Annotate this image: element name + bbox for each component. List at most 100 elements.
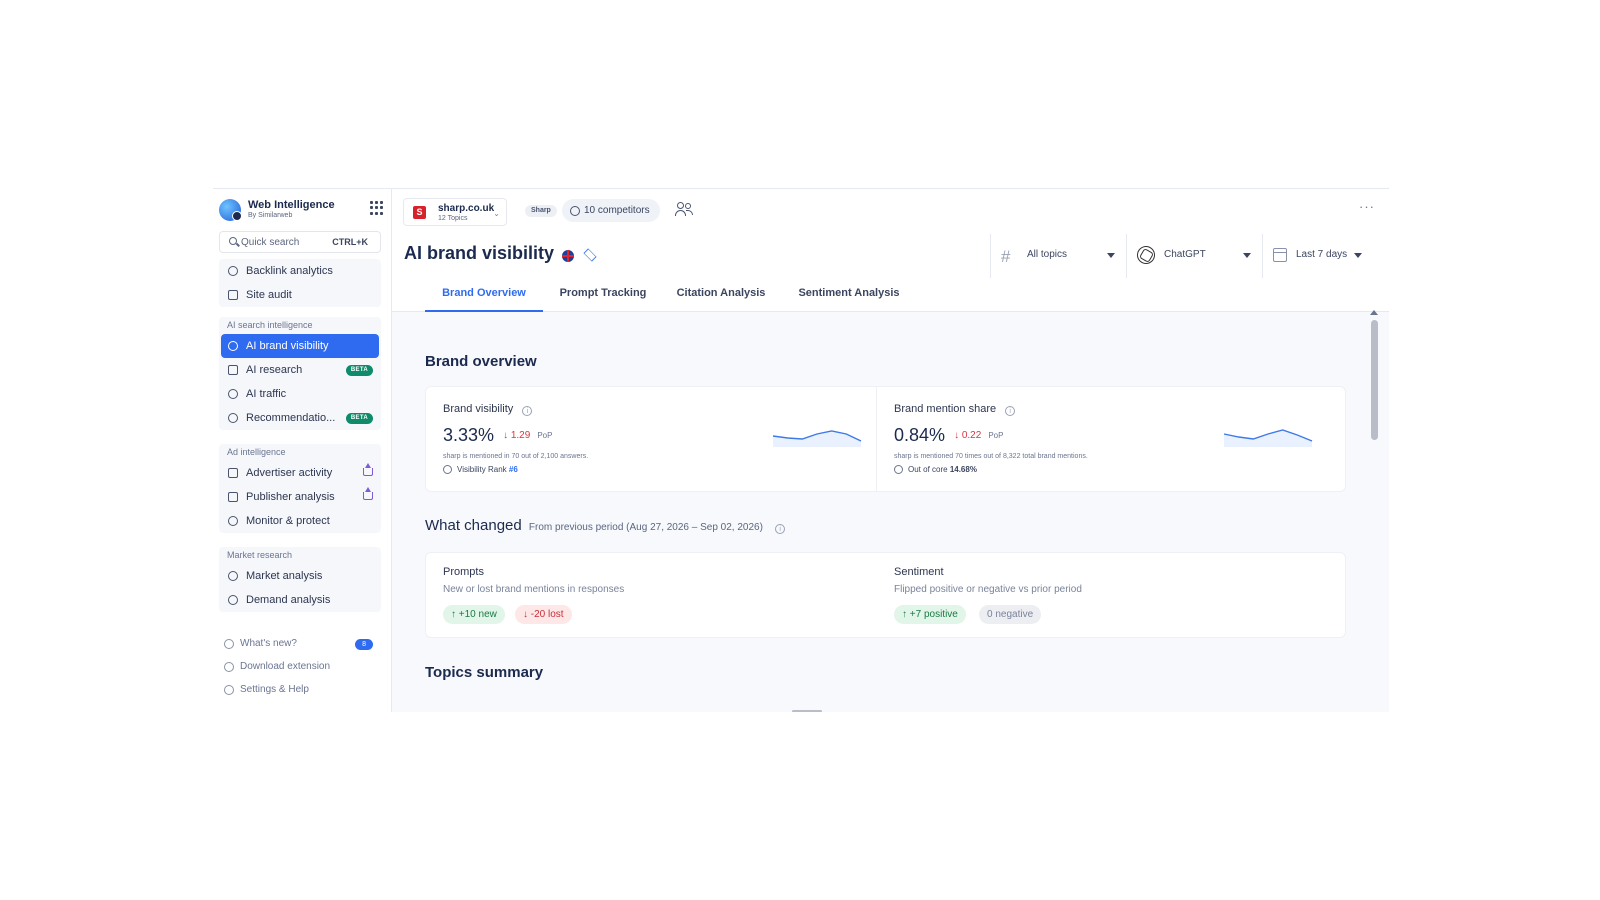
sidebar-item-advertiser-activity[interactable]: Advertiser activity <box>219 461 381 485</box>
engine-filter[interactable]: ChatGPT <box>1126 234 1262 278</box>
group-header: AI search intelligence <box>227 320 313 330</box>
info-icon[interactable]: i <box>522 406 533 416</box>
sidebar-item-ai-traffic[interactable]: AI traffic <box>219 382 381 406</box>
tab-brand-overview[interactable]: Brand Overview <box>425 278 543 312</box>
bulb-icon <box>228 413 238 423</box>
scroll-up-arrow[interactable] <box>1370 310 1378 315</box>
sidebar-group-ad-intelligence: Ad intelligence Advertiser activity Publ… <box>219 444 381 533</box>
app-name: Web Intelligence <box>248 199 335 211</box>
calendar-icon <box>1273 248 1287 262</box>
sentiment-change: Sentiment Flipped positive or negative v… <box>877 553 1346 637</box>
caret-down-icon <box>1354 253 1362 258</box>
group-header: Market research <box>227 550 293 560</box>
visibility-rank: Visibility Rank #6 <box>443 465 518 474</box>
vertical-scrollbar[interactable] <box>1371 320 1378 440</box>
sidebar-item-ai-brand-visibility[interactable]: AI brand visibility <box>221 334 379 358</box>
whats-new-count: 8 <box>355 639 373 650</box>
rank-value: 14.68% <box>949 465 977 474</box>
horizontal-scrollbar[interactable] <box>792 710 822 712</box>
apps-grid-icon[interactable] <box>370 201 384 215</box>
competitors-label: 10 competitors <box>584 205 650 216</box>
competitors-button[interactable]: 10 competitors <box>562 199 660 222</box>
chevron-down-icon: ⌄ <box>493 209 500 218</box>
brand-overview-card: Brand visibility i 3.33% ↓ 1.29 PoP shar… <box>425 386 1346 492</box>
new-prompts-chip[interactable]: ↑ +10 new <box>443 605 505 624</box>
chatgpt-icon <box>1137 246 1155 264</box>
sidebar-group-market-research: Market research Market analysis Demand a… <box>219 547 381 612</box>
app-logo[interactable]: Web Intelligence By Similarweb <box>219 197 384 223</box>
sidebar-item-publisher-analysis[interactable]: Publisher analysis <box>219 485 381 509</box>
visibility-sparkline <box>772 430 862 447</box>
graduation-cap-icon[interactable] <box>582 248 598 260</box>
sidebar-item-download-extension[interactable]: Download extension <box>219 657 381 677</box>
sidebar-item-label: Demand analysis <box>246 594 331 606</box>
period-filter-value: Last 7 days <box>1296 249 1348 260</box>
sidebar-item-market-analysis[interactable]: Market analysis <box>219 564 381 588</box>
app-window: Web Intelligence By Similarweb Quick sea… <box>213 188 1389 712</box>
rank-label: Out of core <box>908 465 948 474</box>
core-share: Out of core 14.68% <box>894 465 977 474</box>
what-changed-title: What changed <box>425 517 522 534</box>
sidebar-item-monitor-protect[interactable]: Monitor & protect <box>219 509 381 533</box>
negative-sentiment-chip[interactable]: 0 negative <box>979 605 1042 624</box>
tab-sentiment-analysis[interactable]: Sentiment Analysis <box>789 278 909 312</box>
people-icon[interactable] <box>675 201 693 217</box>
topics-filter[interactable]: # All topics <box>990 234 1126 278</box>
what-changed-card: Prompts New or lost brand mentions in re… <box>425 552 1346 638</box>
page-title: AI brand visibility <box>404 243 555 263</box>
sidebar-item-backlink-analytics[interactable]: Backlink analytics <box>219 259 381 283</box>
info-icon[interactable]: i <box>1005 406 1016 416</box>
search-icon <box>229 237 237 245</box>
metric-value-wrap: 0.84% ↓ 0.22 PoP <box>894 425 1003 446</box>
lost-prompts-chip[interactable]: ↓ -20 lost <box>515 605 572 624</box>
more-options-icon[interactable]: ··· <box>1359 199 1375 214</box>
target-icon <box>443 465 452 474</box>
sidebar-item-label: Site audit <box>246 289 292 301</box>
metric-delta-unit: PoP <box>988 431 1004 440</box>
engine-filter-value: ChatGPT <box>1164 249 1206 260</box>
brand-chip[interactable]: Sharp <box>525 205 557 217</box>
prompts-desc: New or lost brand mentions in responses <box>443 584 625 595</box>
research-icon <box>228 365 238 375</box>
metric-delta: ↓ 1.29 <box>503 430 531 441</box>
what-changed-subtitle: From previous period (Aug 27, 2026 – Sep… <box>528 522 763 533</box>
beta-badge: BETA <box>345 413 373 424</box>
tab-prompt-tracking[interactable]: Prompt Tracking <box>553 278 653 312</box>
metric-value: 0.84% <box>894 425 946 445</box>
metric-label-wrap: Brand mention share i <box>894 403 1016 416</box>
period-filter[interactable]: Last 7 days <box>1262 234 1367 278</box>
info-icon[interactable]: i <box>775 524 786 534</box>
quick-search-input[interactable]: Quick search CTRL+K <box>219 231 381 253</box>
metric-delta: ↓ 0.22 <box>954 430 982 441</box>
positive-sentiment-chip[interactable]: ↑ +7 positive <box>894 605 966 624</box>
topics-filter-value: All topics <box>1027 249 1068 260</box>
sidebar-item-whats-new[interactable]: What's new? 8 <box>219 634 381 654</box>
site-selector[interactable]: S sharp.co.uk 12 Topics ⌄ <box>403 198 507 226</box>
tab-citation-analysis[interactable]: Citation Analysis <box>667 278 775 312</box>
caret-down-icon <box>1243 253 1251 258</box>
metric-value-wrap: 3.33% ↓ 1.29 PoP <box>443 425 552 446</box>
sparkline-area <box>1224 430 1312 447</box>
app-by: By Similarweb <box>248 212 293 219</box>
sidebar-item-demand-analysis[interactable]: Demand analysis <box>219 588 381 612</box>
gear-icon <box>224 685 234 695</box>
sidebar-item-label: Market analysis <box>246 570 323 582</box>
sidebar-item-settings-help[interactable]: Settings & Help <box>219 680 381 700</box>
brand-overview-title: Brand overview <box>425 353 537 370</box>
sidebar-item-ai-research[interactable]: AI research BETA <box>219 358 381 382</box>
main-content: Brand overview Brand visibility i 3.33% … <box>392 310 1389 712</box>
brand-visibility-metric: Brand visibility i 3.33% ↓ 1.29 PoP shar… <box>426 387 876 491</box>
sidebar-item-label: Recommendatio... <box>246 412 336 424</box>
top-bar: S sharp.co.uk 12 Topics ⌄ Sharp 10 compe… <box>392 189 1389 234</box>
sidebar-item-site-audit[interactable]: Site audit <box>219 283 381 307</box>
metric-label: Brand visibility <box>443 403 514 415</box>
sidebar-item-label: Advertiser activity <box>246 467 333 479</box>
puzzle-icon <box>224 662 234 672</box>
rocket-icon <box>224 639 234 649</box>
prompts-change: Prompts New or lost brand mentions in re… <box>426 553 876 637</box>
metric-label: Brand mention share <box>894 403 997 415</box>
sidebar-item-label: AI traffic <box>246 388 287 400</box>
beta-badge: BETA <box>345 365 373 376</box>
advertiser-icon <box>228 468 238 478</box>
sidebar-item-recommendations[interactable]: Recommendatio... BETA <box>219 406 381 430</box>
